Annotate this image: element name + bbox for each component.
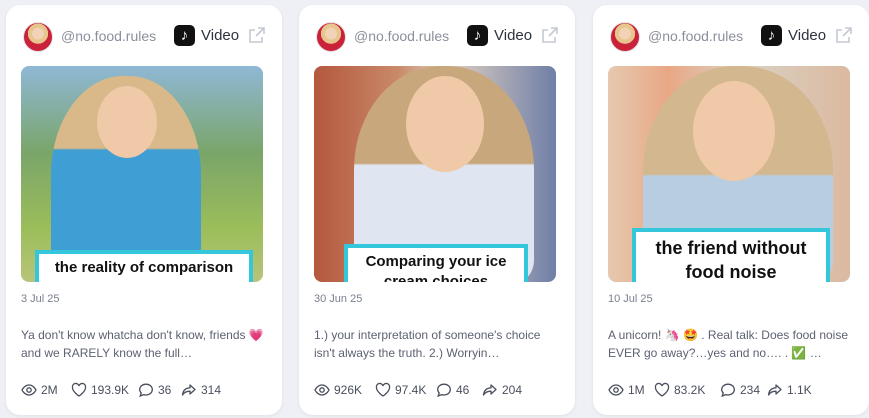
- platform-label: Video: [788, 27, 827, 44]
- tiktok-icon: ♪: [174, 25, 195, 46]
- thumbnail-caption: Comparing your ice cream choices: [344, 244, 528, 282]
- likes-count: 83.2K: [674, 383, 706, 397]
- comments-count: 234: [740, 383, 761, 397]
- share-icon: [482, 384, 497, 396]
- tiktok-icon: ♪: [467, 25, 488, 46]
- account-handle[interactable]: @no.food.rules: [354, 28, 449, 44]
- account-handle[interactable]: @no.food.rules: [648, 28, 743, 44]
- heart-icon: [375, 382, 391, 397]
- comment-icon: [139, 383, 153, 398]
- likes-count: 97.4K: [395, 383, 427, 397]
- thumbnail-face: [693, 81, 775, 181]
- eye-icon: [21, 384, 37, 396]
- external-link-icon[interactable]: [540, 25, 560, 45]
- views-count: 926K: [334, 383, 363, 397]
- avatar[interactable]: [23, 22, 53, 52]
- platform-label: Video: [494, 27, 533, 44]
- post-description: Ya don't know whatcha don't know, friend…: [21, 328, 264, 360]
- share-icon: [181, 384, 196, 396]
- eye-icon: [314, 384, 330, 396]
- post-description: 1.) your interpretation of someone's cho…: [314, 328, 541, 360]
- card-header: @no.food.rules ♪ Video: [610, 22, 855, 52]
- comments-count: 46: [456, 383, 470, 397]
- video-thumbnail[interactable]: the friend without food noise: [608, 66, 850, 282]
- external-link-icon[interactable]: [834, 25, 854, 45]
- post-date: 10 Jul 25: [608, 293, 653, 305]
- tiktok-icon: ♪: [761, 25, 782, 46]
- thumbnail-caption: the friend without food noise: [632, 228, 830, 282]
- card-header: @no.food.rules ♪ Video: [316, 22, 561, 52]
- video-card[interactable]: @no.food.rules ♪ Video the reality of co…: [6, 5, 282, 415]
- comments-count: 36: [158, 383, 172, 397]
- engagement-stats: 926K 97.4K 46 204: [314, 381, 565, 399]
- views-count: 1M: [628, 383, 645, 397]
- external-link-icon[interactable]: [247, 25, 267, 45]
- card-header: @no.food.rules ♪ Video: [23, 22, 268, 52]
- shares-count: 314: [201, 383, 222, 397]
- avatar[interactable]: [316, 22, 346, 52]
- avatar[interactable]: [610, 22, 640, 52]
- platform-label: Video: [201, 27, 240, 44]
- video-thumbnail[interactable]: the reality of comparison: [21, 66, 263, 282]
- post-date: 30 Jun 25: [314, 293, 363, 305]
- share-icon: [767, 384, 782, 396]
- post-date: 3 Jul 25: [21, 293, 60, 305]
- eye-icon: [608, 384, 624, 396]
- views-count: 2M: [41, 383, 58, 397]
- thumbnail-face: [406, 76, 484, 172]
- engagement-stats: 2M 193.9K 36 314: [21, 381, 272, 399]
- video-card[interactable]: @no.food.rules ♪ Video the friend withou…: [593, 5, 869, 415]
- video-thumbnail[interactable]: Comparing your ice cream choices: [314, 66, 556, 282]
- video-card[interactable]: @no.food.rules ♪ Video Comparing your ic…: [299, 5, 575, 415]
- shares-count: 1.1K: [787, 383, 812, 397]
- heart-icon: [654, 382, 670, 397]
- thumbnail-face: [97, 86, 157, 158]
- video-card-grid: @no.food.rules ♪ Video the reality of co…: [0, 0, 869, 418]
- thumbnail-caption: the reality of comparison: [35, 250, 253, 282]
- comment-icon: [437, 383, 451, 398]
- engagement-stats: 1M 83.2K 234 1.1K: [608, 381, 859, 399]
- likes-count: 193.9K: [91, 383, 130, 397]
- comment-icon: [721, 383, 735, 398]
- account-handle[interactable]: @no.food.rules: [61, 28, 156, 44]
- post-description: A unicorn! 🦄 🤩 . Real talk: Does food no…: [608, 328, 848, 360]
- shares-count: 204: [502, 383, 523, 397]
- heart-icon: [71, 382, 87, 397]
